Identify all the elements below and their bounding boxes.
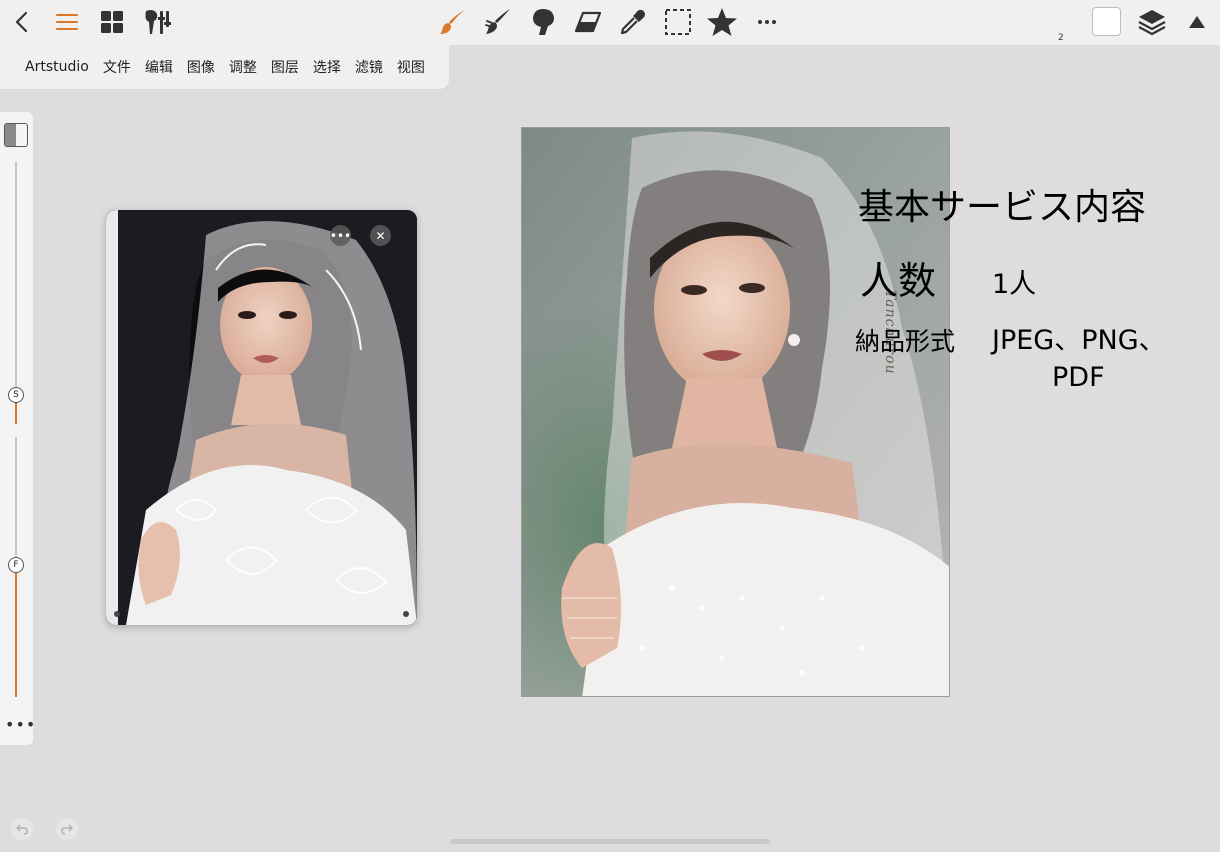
panel-more-icon[interactable]: •••	[5, 715, 36, 734]
artstudio-app: 2 Artstudio 文件 编辑 图像 调整 图层 选择 滤镜 视图 S F …	[0, 0, 1220, 852]
redo-icon[interactable]	[56, 818, 78, 840]
menu-image[interactable]: 图像	[187, 57, 215, 77]
people-label: 人数	[860, 259, 937, 303]
resize-handle-right[interactable]	[403, 611, 409, 617]
layer-count: 2	[1058, 33, 1064, 43]
format-value-line1: JPEG、PNG、	[992, 325, 1166, 356]
menu-view[interactable]: 视图	[397, 57, 425, 77]
undo-icon[interactable]	[11, 818, 33, 840]
menu-edit[interactable]: 编辑	[145, 57, 173, 77]
brush-slider-panel: S F •••	[0, 112, 36, 745]
reference-window-edge	[106, 210, 118, 625]
smudge-brush-icon[interactable]	[480, 4, 516, 40]
reference-image-window[interactable]: ••• ✕	[106, 210, 417, 625]
eyedropper-icon[interactable]	[615, 4, 651, 40]
reference-photo	[106, 210, 417, 625]
more-icon[interactable]	[749, 4, 785, 40]
clone-stamp-icon[interactable]	[525, 4, 561, 40]
selection-icon[interactable]	[660, 4, 696, 40]
menu-select[interactable]: 选择	[313, 57, 341, 77]
gallery-grid-icon[interactable]	[94, 4, 130, 40]
layers-icon[interactable]	[1134, 4, 1170, 40]
size-slider-track[interactable]	[15, 162, 17, 424]
menu-layer[interactable]: 图层	[271, 57, 299, 77]
flow-slider-knob[interactable]: F	[8, 557, 24, 573]
format-value-line2: PDF	[1052, 362, 1105, 393]
collapse-triangle-icon[interactable]	[1179, 4, 1215, 40]
brush-settings-icon[interactable]	[139, 4, 175, 40]
back-chevron-icon[interactable]	[4, 4, 40, 40]
reference-more-icon[interactable]: •••	[330, 225, 351, 246]
menu-artstudio[interactable]: Artstudio	[25, 59, 89, 75]
resize-handle-left[interactable]	[114, 611, 120, 617]
menu-adjust[interactable]: 调整	[229, 57, 257, 77]
favorites-star-icon[interactable]	[704, 4, 740, 40]
menu-filter[interactable]: 滤镜	[355, 57, 383, 77]
color-swatch[interactable]	[1092, 7, 1121, 36]
menu-icon[interactable]	[49, 4, 85, 40]
split-view-toggle-icon[interactable]	[4, 123, 28, 147]
format-label: 納品形式	[855, 327, 956, 356]
service-title: 基本サービス内容	[858, 187, 1147, 228]
menu-file[interactable]: 文件	[103, 57, 131, 77]
menu-bar: Artstudio 文件 编辑 图像 调整 图层 选择 滤镜 视图	[0, 45, 449, 89]
reference-close-icon[interactable]: ✕	[370, 225, 391, 246]
flow-slider-fill	[15, 565, 17, 697]
people-value: 1人	[992, 269, 1037, 300]
home-indicator	[450, 839, 770, 844]
paint-brush-icon[interactable]	[435, 4, 471, 40]
top-toolbar: 2	[0, 0, 1220, 45]
size-slider-knob[interactable]: S	[8, 387, 24, 403]
eraser-icon[interactable]	[570, 4, 606, 40]
